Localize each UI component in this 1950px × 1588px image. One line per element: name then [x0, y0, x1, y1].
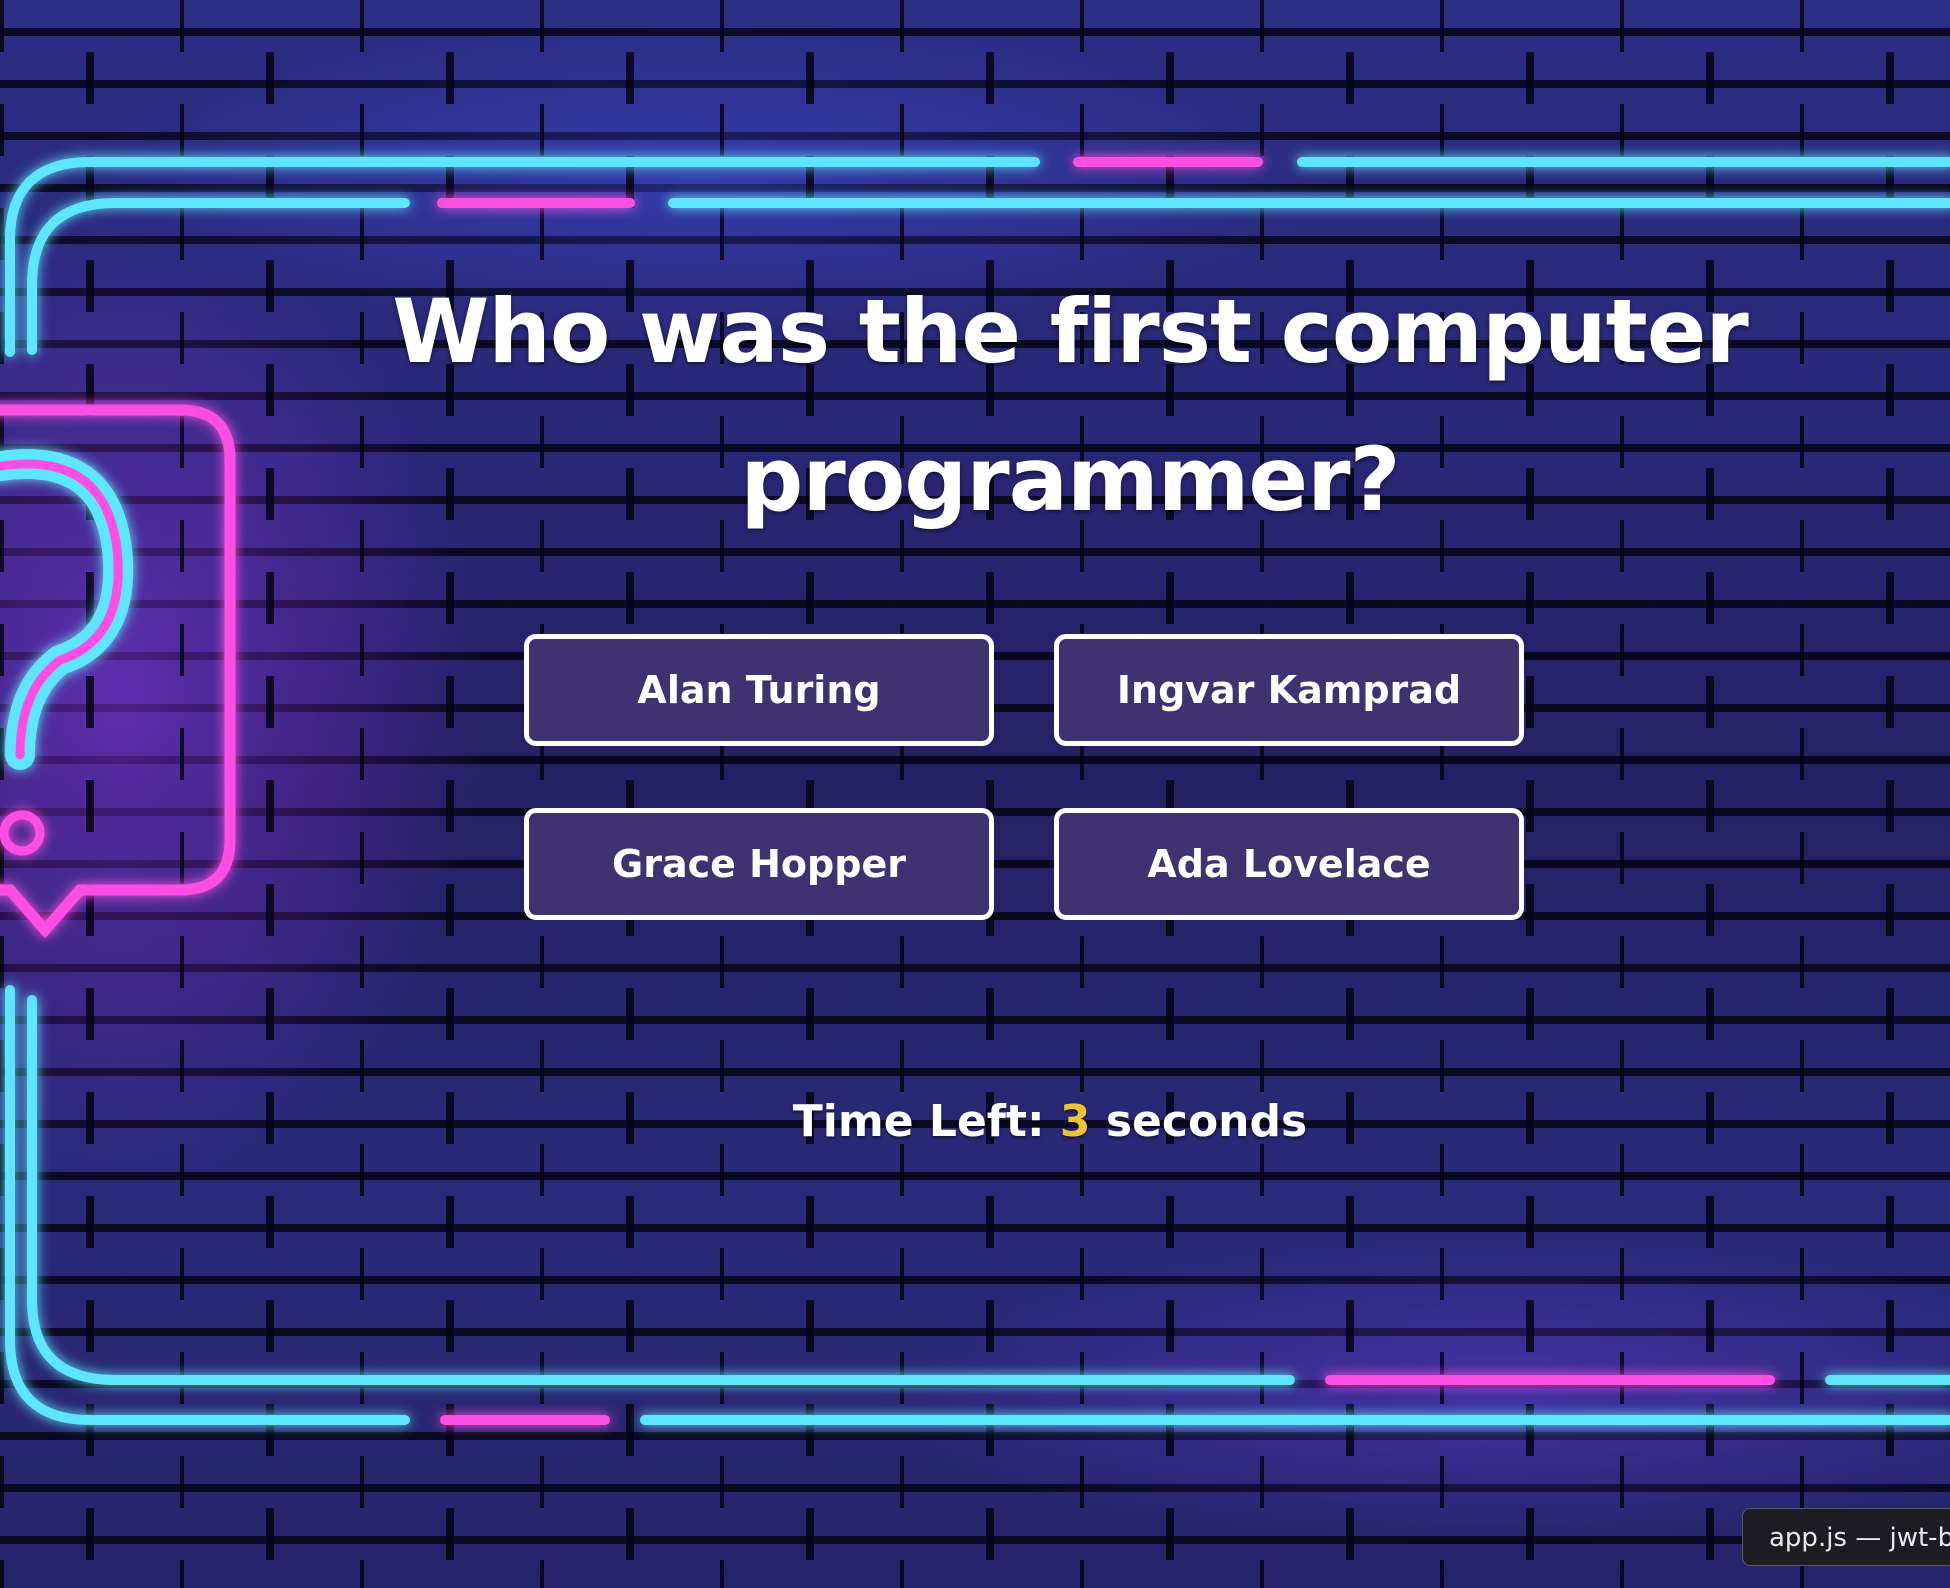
game-screen: Who was the first computer programmer? A… [0, 0, 1950, 1588]
answer-button-ada-lovelace[interactable]: Ada Lovelace [1054, 808, 1524, 920]
answer-options: Alan Turing Ingvar Kamprad Grace Hopper … [524, 634, 1526, 920]
time-left-value: 3 [1059, 1096, 1091, 1147]
answer-button-ingvar-kamprad[interactable]: Ingvar Kamprad [1054, 634, 1524, 746]
question-mark-speech-bubble-icon [0, 404, 236, 939]
time-left-label: Time Left: [792, 1096, 1045, 1147]
time-left-unit: seconds [1105, 1096, 1308, 1147]
answer-button-grace-hopper[interactable]: Grace Hopper [524, 808, 994, 920]
window-title-tooltip: app.js — jwt-b [1742, 1508, 1950, 1566]
answer-button-alan-turing[interactable]: Alan Turing [524, 634, 994, 746]
question-text: Who was the first computer programmer? [392, 280, 1749, 531]
time-left-display: Time Left: 3 seconds [600, 1096, 1500, 1147]
